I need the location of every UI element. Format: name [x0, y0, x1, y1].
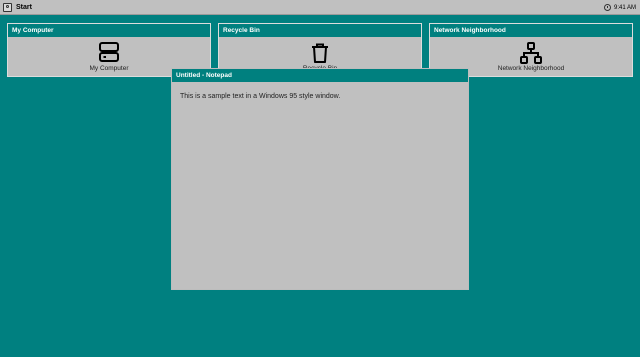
start-button[interactable]: Start	[3, 2, 32, 13]
clock-time: 9:41 AM	[613, 4, 636, 11]
panel-title-recycle-bin[interactable]: Recycle Bin	[219, 24, 421, 37]
panel-title-my-computer[interactable]: My Computer	[8, 24, 210, 37]
windows-logo-icon	[3, 3, 12, 12]
notepad-title-bar[interactable]: Untitled - Notepad	[172, 69, 468, 82]
start-label: Start	[16, 4, 32, 11]
clock-icon	[603, 4, 611, 11]
notepad-window: Untitled - Notepad This is a sample text…	[171, 68, 469, 290]
taskbar: Start 9:41 AM	[0, 0, 640, 15]
trash-icon[interactable]	[308, 41, 332, 65]
notepad-text[interactable]: This is a sample text in a Windows 95 st…	[180, 93, 340, 100]
network-icon[interactable]	[519, 41, 543, 65]
system-clock[interactable]: 9:41 AM	[603, 2, 636, 13]
panel-title-network-neighborhood[interactable]: Network Neighborhood	[430, 24, 632, 37]
computer-icon[interactable]	[97, 41, 121, 65]
